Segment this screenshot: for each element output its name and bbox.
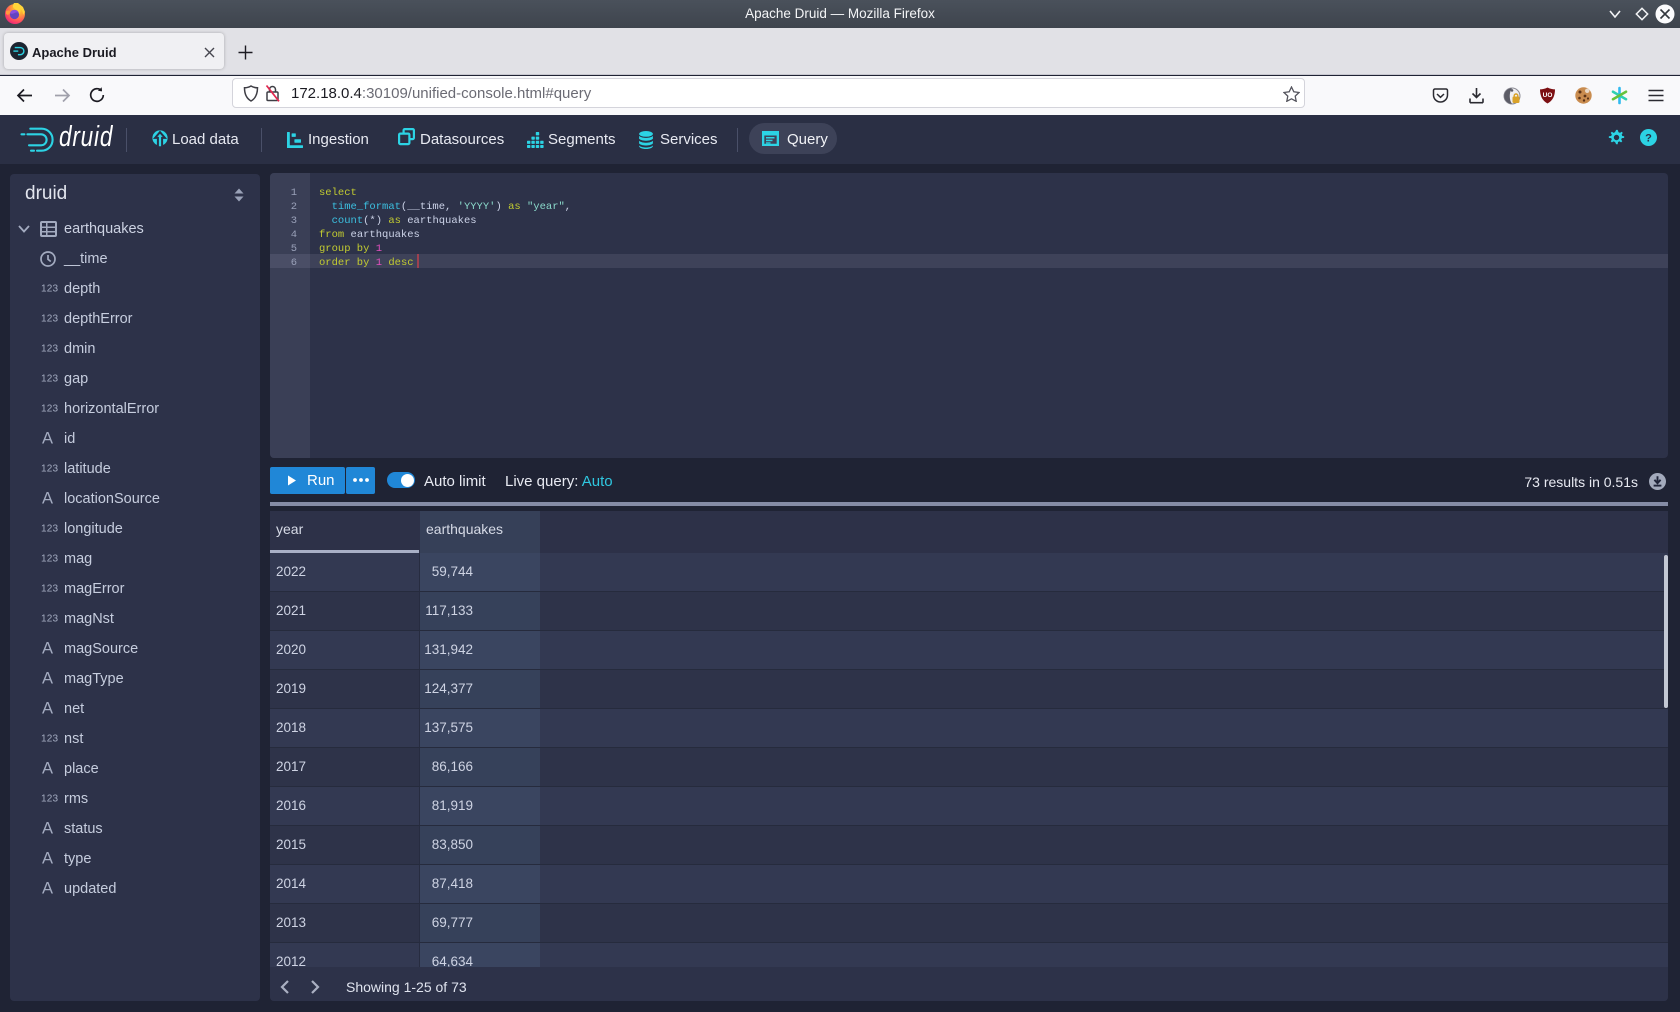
svg-text:?: ?: [1645, 132, 1652, 144]
svg-text:UO: UO: [1543, 92, 1553, 99]
